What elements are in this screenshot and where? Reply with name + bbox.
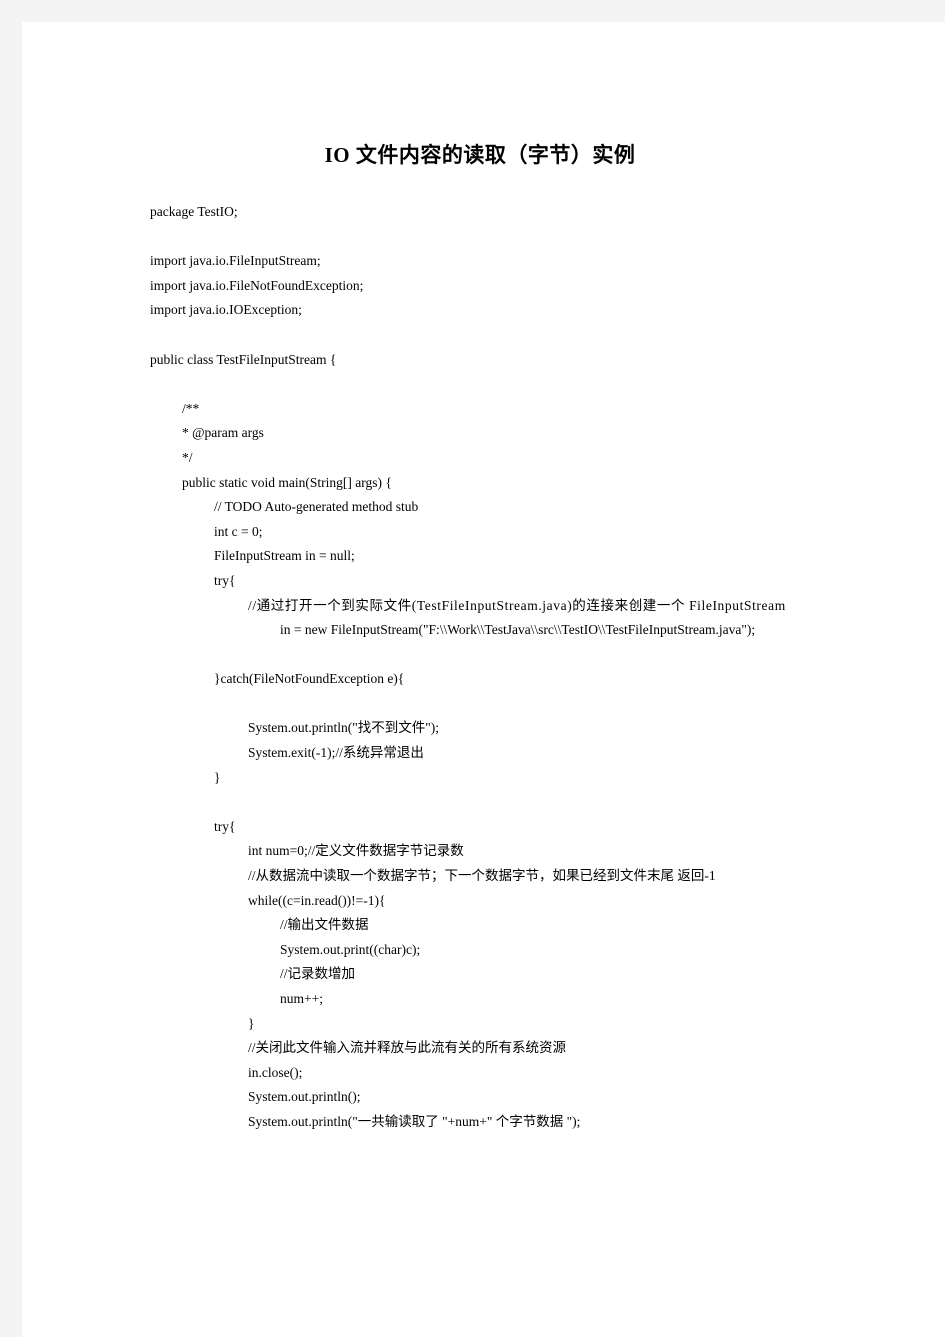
code-line-comment-open-connection: //通过打开一个到实际文件(TestFileInputStream.java)的… — [248, 597, 786, 613]
code-line-package: package TestIO; — [150, 204, 238, 219]
code-line-in-close: in.close(); — [248, 1064, 303, 1080]
code-line-try-open-second: try{ — [214, 818, 236, 834]
code-line-catch-close: } — [214, 769, 221, 785]
code-line-try-open-first: try{ — [214, 572, 236, 588]
code-line-declare-c: int c = 0; — [214, 523, 263, 539]
code-line-comment-output-data: //输出文件数据 — [280, 917, 369, 933]
code-line-println-file-not-found: System.out.println("找不到文件"); — [248, 720, 440, 736]
code-line-println-empty: System.out.println(); — [248, 1089, 361, 1105]
code-line-new-fileinputstream: in = new FileInputStream("F:\\Work\\Test… — [280, 622, 756, 638]
code-line-print-char: System.out.print((char)c); — [280, 941, 421, 957]
code-block: package TestIO; import java.io.FileInput… — [150, 200, 810, 1135]
code-line-javadoc-close: */ — [182, 449, 193, 465]
code-line-javadoc-param: * @param args — [182, 425, 264, 441]
code-line-class-declaration: public class TestFileInputStream { — [150, 351, 337, 367]
code-line-main-declaration: public static void main(String[] args) { — [182, 474, 392, 490]
code-line-import-fileinputstream: import java.io.FileInputStream; — [150, 253, 321, 269]
code-line-import-ioexception: import java.io.IOException; — [150, 302, 302, 318]
code-line-declare-num: int num=0;//定义文件数据字节记录数 — [248, 843, 464, 859]
code-line-num-increment: num++; — [280, 991, 323, 1006]
page-title-latin: IO — [324, 143, 351, 167]
code-line-comment-read-byte: //从数据流中读取一个数据字节；下一个数据字节，如果已经到文件末尾 返回-1 — [248, 868, 716, 884]
code-line-catch-open: }catch(FileNotFoundException e){ — [214, 671, 405, 687]
code-line-import-filenotfoundexception: import java.io.FileNotFoundException; — [150, 277, 364, 293]
code-line-javadoc-open: /** — [182, 400, 200, 416]
document-content: IO 文件内容的读取（字节）实例 package TestIO; import … — [150, 140, 810, 1135]
page-title: IO 文件内容的读取（字节）实例 — [150, 140, 810, 170]
code-line-todo-comment: // TODO Auto-generated method stub — [214, 499, 419, 515]
document-page: IO 文件内容的读取（字节）实例 package TestIO; import … — [22, 22, 945, 1337]
code-line-while-close: } — [248, 1015, 255, 1031]
page-title-cjk: 文件内容的读取（字节）实例 — [350, 143, 636, 167]
code-line-while-open: while((c=in.read())!=-1){ — [248, 892, 386, 908]
code-line-comment-increment: //记录数增加 — [280, 966, 356, 982]
code-line-println-total-bytes: System.out.println("一共输读取了 "+num+" 个字节数据… — [248, 1113, 581, 1129]
code-line-comment-close-stream: //关闭此文件输入流并释放与此流有关的所有系统资源 — [248, 1040, 567, 1056]
code-line-declare-in: FileInputStream in = null; — [214, 548, 355, 564]
code-line-system-exit: System.exit(-1);//系统异常退出 — [248, 745, 424, 761]
